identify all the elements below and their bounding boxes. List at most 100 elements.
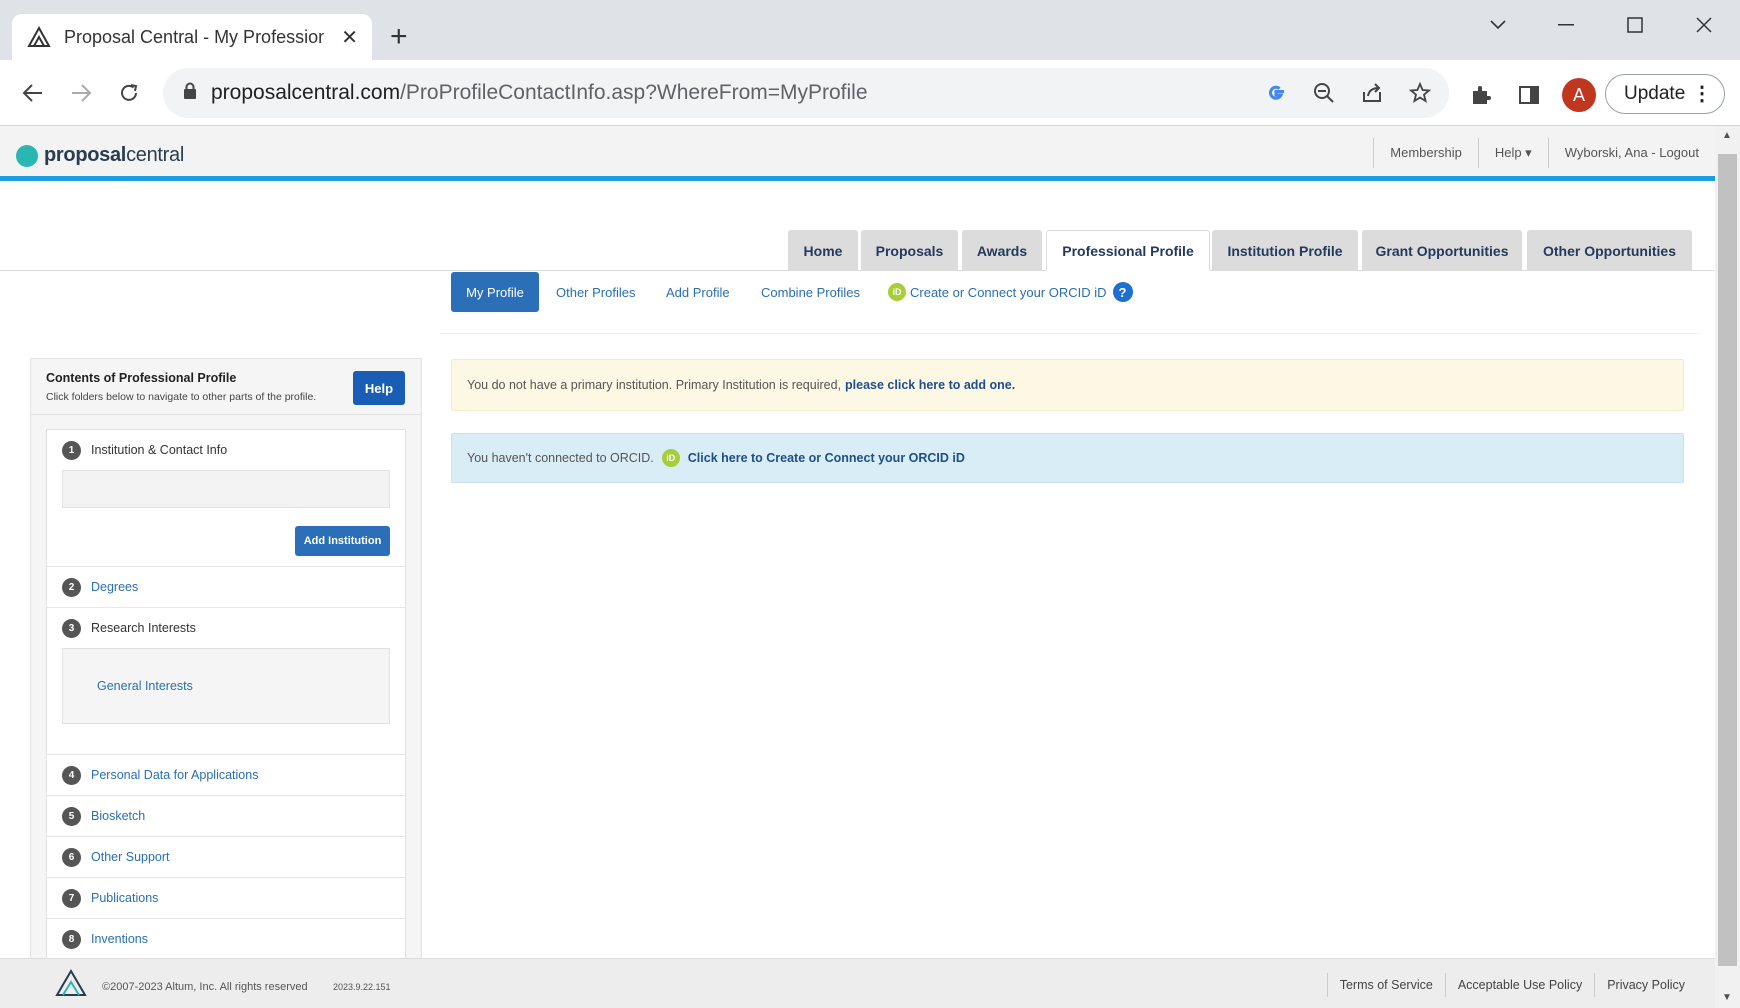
section-degrees[interactable]: 2 Degrees bbox=[47, 567, 405, 608]
page-scrollbar[interactable]: ▲ ▼ bbox=[1715, 126, 1740, 1008]
back-icon[interactable] bbox=[18, 78, 48, 108]
step-number: 6 bbox=[62, 847, 81, 867]
add-institution-button[interactable]: Add Institution bbox=[295, 526, 390, 556]
maximize-icon[interactable] bbox=[1615, 12, 1655, 38]
scroll-thumb[interactable] bbox=[1718, 154, 1737, 966]
privacy-link[interactable]: Privacy Policy bbox=[1594, 973, 1697, 997]
browser-tab[interactable]: Proposal Central - My Profession ✕ bbox=[12, 14, 372, 60]
kebab-menu-icon[interactable]: ⋮ bbox=[1692, 84, 1712, 104]
scroll-up-arrow-icon[interactable]: ▲ bbox=[1722, 130, 1732, 141]
footer-links: Terms of Service Acceptable Use Policy P… bbox=[1326, 973, 1697, 997]
profile-sections-list: 1 Institution & Contact Info Add Institu… bbox=[46, 429, 406, 961]
google-icon[interactable] bbox=[1261, 78, 1291, 108]
extensions-puzzle-icon[interactable] bbox=[1466, 80, 1496, 110]
section-inventions[interactable]: 8 Inventions bbox=[47, 919, 405, 960]
url-text: proposalcentral.com/ProProfileContactInf… bbox=[211, 81, 868, 104]
section-label: Research Interests bbox=[91, 621, 196, 635]
tab-grant-opportunities[interactable]: Grant Opportunities bbox=[1362, 230, 1522, 271]
section-label[interactable]: Publications bbox=[91, 891, 158, 905]
orcid-icon: iD bbox=[661, 449, 680, 467]
forward-icon[interactable] bbox=[66, 78, 96, 108]
step-number: 2 bbox=[62, 577, 81, 597]
info-text: You haven't connected to ORCID. bbox=[467, 451, 654, 465]
main-nav-tabs: Home Proposals Awards Professional Profi… bbox=[0, 230, 1715, 271]
acceptable-use-link[interactable]: Acceptable Use Policy bbox=[1444, 973, 1594, 997]
section-personal-data[interactable]: 4 Personal Data for Applications bbox=[47, 755, 405, 796]
connect-orcid-link[interactable]: Click here to Create or Connect your ORC… bbox=[688, 451, 965, 465]
close-window-icon[interactable] bbox=[1684, 12, 1724, 38]
header-links: Membership Help ▾ Wyborski, Ana - Logout bbox=[1373, 138, 1715, 168]
section-research-interests: 3 Research Interests General Interests bbox=[47, 608, 405, 755]
section-other-support[interactable]: 6 Other Support bbox=[47, 837, 405, 878]
terms-link[interactable]: Terms of Service bbox=[1326, 973, 1445, 997]
logout-link[interactable]: Wyborski, Ana - Logout bbox=[1547, 138, 1715, 168]
update-button[interactable]: Update ⋮ bbox=[1605, 74, 1725, 114]
help-question-icon[interactable]: ? bbox=[1112, 282, 1133, 302]
address-bar[interactable]: proposalcentral.com/ProProfileContactInf… bbox=[163, 68, 1449, 118]
site-header: proposal central Membership Help ▾ Wybors… bbox=[0, 126, 1715, 181]
sub-nav-tabs: My Profile Other Profiles Add Profile Co… bbox=[0, 272, 1715, 312]
help-dropdown[interactable]: Help ▾ bbox=[1477, 138, 1548, 168]
section-institution-contact: 1 Institution & Contact Info Add Institu… bbox=[47, 430, 405, 567]
primary-institution-alert: You do not have a primary institution. P… bbox=[451, 359, 1684, 411]
section-label[interactable]: Personal Data for Applications bbox=[91, 768, 258, 782]
tab-awards[interactable]: Awards bbox=[962, 230, 1042, 271]
profile-contents-panel: Contents of Professional Profile Click f… bbox=[30, 358, 422, 1008]
bookmark-star-icon[interactable] bbox=[1405, 78, 1435, 108]
reload-icon[interactable] bbox=[114, 78, 144, 108]
section-label[interactable]: Inventions bbox=[91, 932, 148, 946]
membership-link[interactable]: Membership bbox=[1373, 138, 1478, 168]
warning-text: You do not have a primary institution. P… bbox=[467, 378, 842, 392]
altum-favicon-icon bbox=[26, 24, 52, 50]
share-icon[interactable] bbox=[1357, 78, 1387, 108]
proposalcentral-logo[interactable]: proposal central bbox=[16, 144, 184, 167]
section-biosketch[interactable]: 5 Biosketch bbox=[47, 796, 405, 837]
panel-header: Contents of Professional Profile Click f… bbox=[31, 359, 421, 415]
tab-institution-profile[interactable]: Institution Profile bbox=[1212, 230, 1358, 271]
step-number: 1 bbox=[62, 440, 81, 460]
orcid-link-label: Create or Connect your ORCID iD bbox=[910, 284, 1107, 300]
subtab-orcid[interactable]: iD Create or Connect your ORCID iD ? bbox=[888, 272, 1133, 312]
tab-proposals[interactable]: Proposals bbox=[861, 230, 958, 271]
general-interests-link[interactable]: General Interests bbox=[97, 679, 193, 693]
section-label[interactable]: Other Support bbox=[91, 850, 170, 864]
scroll-down-arrow-icon[interactable]: ▼ bbox=[1722, 992, 1732, 1003]
step-number: 7 bbox=[62, 888, 81, 908]
panel-subtitle: Click folders below to navigate to other… bbox=[46, 391, 317, 403]
step-number: 5 bbox=[62, 806, 81, 826]
site-footer: ©2007-2023 Altum, Inc. All rights reserv… bbox=[0, 958, 1715, 1008]
section-label: Institution & Contact Info bbox=[91, 443, 228, 457]
side-panel-icon[interactable] bbox=[1514, 80, 1544, 110]
add-institution-link[interactable]: please click here to add one. bbox=[845, 378, 1015, 392]
new-tab-icon[interactable]: + bbox=[390, 22, 408, 52]
step-number: 3 bbox=[62, 618, 81, 638]
subtab-my-profile[interactable]: My Profile bbox=[451, 272, 539, 312]
browser-toolbar: proposalcentral.com/ProProfileContactInf… bbox=[0, 60, 1740, 126]
tab-other-opportunities[interactable]: Other Opportunities bbox=[1527, 230, 1692, 271]
close-tab-icon[interactable]: ✕ bbox=[341, 25, 358, 50]
institution-box bbox=[62, 470, 390, 508]
logo-dot-icon bbox=[16, 144, 38, 167]
profile-avatar[interactable]: A bbox=[1562, 78, 1596, 112]
page-viewport: proposal central Membership Help ▾ Wybors… bbox=[0, 126, 1715, 1008]
section-label[interactable]: Degrees bbox=[91, 580, 138, 594]
altum-logo-icon bbox=[54, 969, 88, 1002]
orcid-alert: You haven't connected to ORCID. iD Click… bbox=[451, 433, 1684, 483]
orcid-icon: iD bbox=[888, 283, 906, 301]
tab-search-icon[interactable] bbox=[1478, 12, 1518, 38]
section-publications[interactable]: 7 Publications bbox=[47, 878, 405, 919]
lock-icon bbox=[183, 82, 197, 105]
subtab-other-profiles[interactable]: Other Profiles bbox=[556, 272, 635, 312]
tab-home[interactable]: Home bbox=[788, 230, 858, 271]
subtab-add-profile[interactable]: Add Profile bbox=[666, 272, 730, 312]
tab-professional-profile[interactable]: Professional Profile bbox=[1046, 230, 1210, 271]
subtab-combine-profiles[interactable]: Combine Profiles bbox=[761, 272, 860, 312]
zoom-out-icon[interactable] bbox=[1309, 78, 1339, 108]
minimize-icon[interactable] bbox=[1546, 12, 1586, 38]
help-button[interactable]: Help bbox=[353, 371, 405, 405]
version-text: 2023.9.22.151 bbox=[333, 982, 391, 992]
section-label[interactable]: Biosketch bbox=[91, 809, 145, 823]
step-number: 4 bbox=[62, 765, 81, 785]
panel-title: Contents of Professional Profile bbox=[46, 371, 237, 385]
general-interests-box: General Interests bbox=[62, 648, 390, 724]
